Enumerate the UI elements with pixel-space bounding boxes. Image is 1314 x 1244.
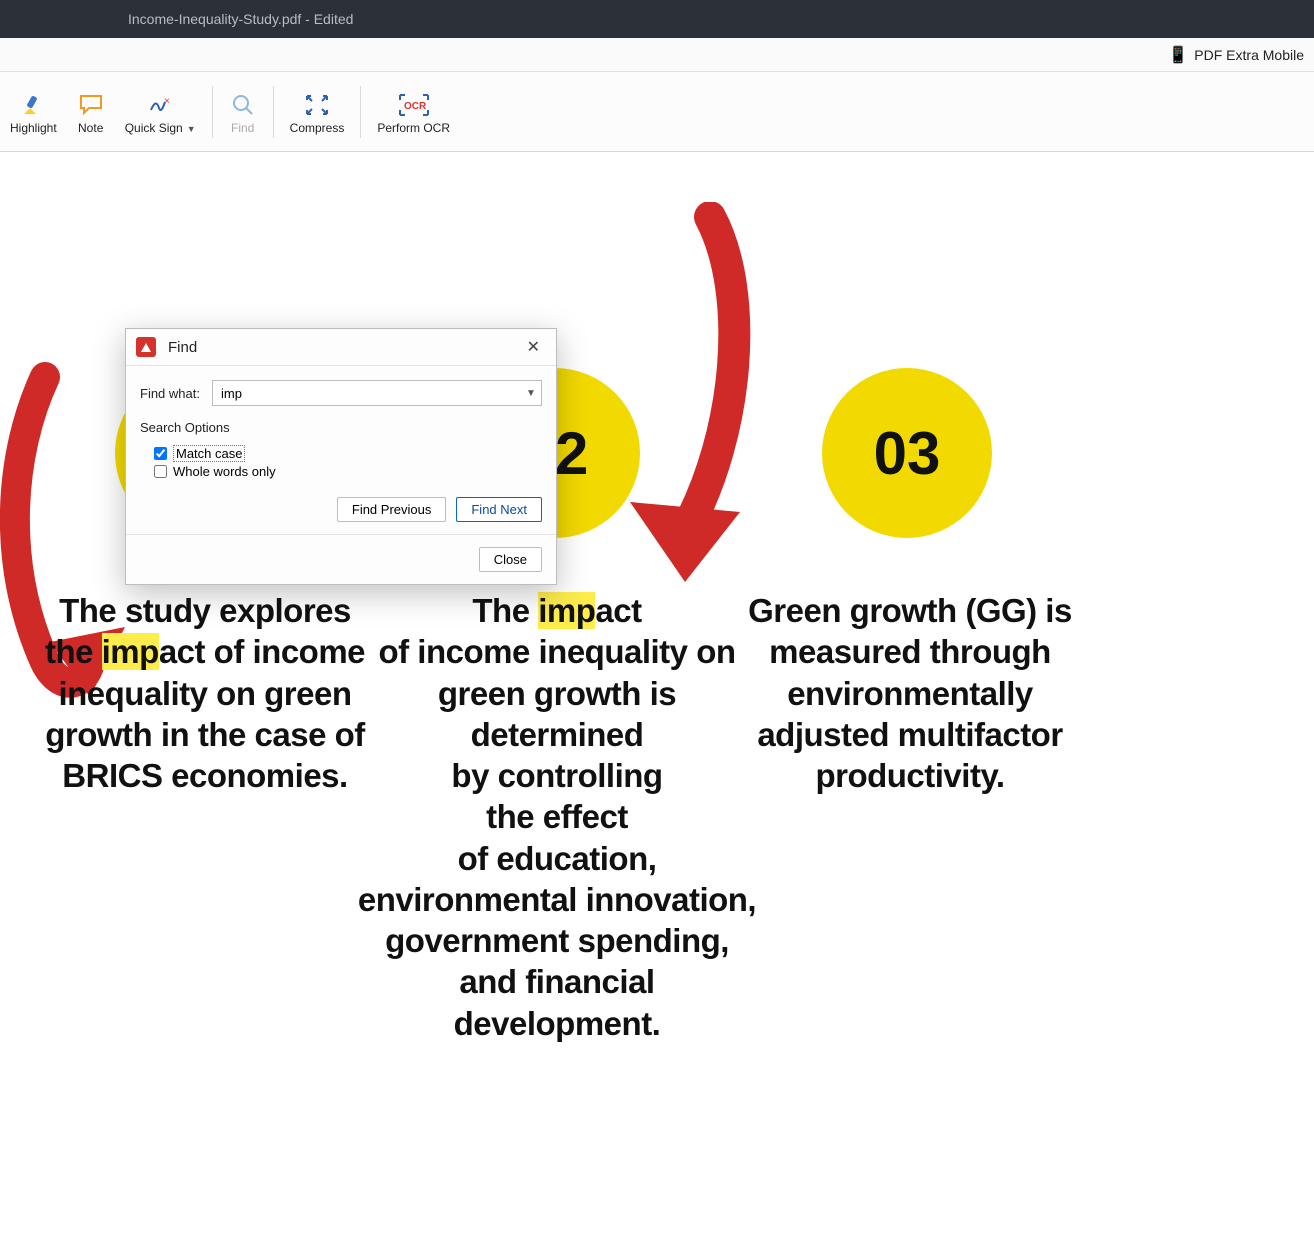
toolbar-separator [360,86,361,138]
svg-text:×: × [164,96,170,107]
hand-arrow-middle [590,202,770,602]
ocr-icon: OCR [397,89,431,121]
search-highlight: imp [102,633,159,670]
search-highlight: imp [538,592,595,629]
whole-words-checkbox[interactable] [154,465,167,478]
window-titlebar: Income-Inequality-Study.pdf - Edited [0,0,1314,38]
column-text-02: The impactof income inequality on green … [352,590,762,1044]
chevron-down-icon[interactable]: ▼ [521,381,541,405]
toolbar-separator [212,86,213,138]
column-text-01: The study explores the impact of income … [35,590,375,796]
note-icon [78,89,104,121]
chevron-down-icon: ▼ [187,124,196,134]
column-text-03: Green growth (GG) is measured through en… [730,590,1090,796]
find-what-input[interactable] [213,381,521,405]
find-dialog-title: Find [168,339,521,356]
find-what-label: Find what: [140,386,212,401]
note-button[interactable]: Note [67,85,115,139]
find-next-button[interactable]: Find Next [456,497,542,522]
close-button[interactable]: Close [479,547,542,572]
find-button[interactable]: Find [219,85,267,139]
toolbar-separator [273,86,274,138]
search-options-label: Search Options [140,420,542,435]
highlight-icon [20,89,46,121]
find-icon [230,89,256,121]
compress-button[interactable]: Compress [280,85,355,139]
app-logo-icon [136,337,156,357]
find-dialog: Find ✕ Find what: ▼ Search Options Match… [125,328,557,585]
compress-icon [303,89,331,121]
app-subbar: 📱 PDF Extra Mobile [0,38,1314,72]
find-what-combo[interactable]: ▼ [212,380,542,406]
close-icon[interactable]: ✕ [521,335,546,359]
toolbar: Highlight Note × Quick Sign▼ Find Compre… [0,72,1314,152]
find-dialog-titlebar[interactable]: Find ✕ [126,329,556,366]
sign-icon: × [147,89,173,121]
find-previous-button[interactable]: Find Previous [337,497,446,522]
match-case-label: Match case [173,445,245,462]
whole-words-label: Whole words only [173,464,276,479]
highlight-button[interactable]: Highlight [0,85,67,139]
number-circle-03: 03 [822,368,992,538]
svg-text:OCR: OCR [404,101,427,112]
ocr-button[interactable]: OCR Perform OCR [367,85,460,139]
quick-sign-button[interactable]: × Quick Sign▼ [115,85,206,139]
mobile-icon: 📱 [1168,45,1188,65]
document-canvas[interactable]: 01 02 03 The study explores the impact o… [0,152,1314,1244]
window-title: Income-Inequality-Study.pdf - Edited [128,11,353,27]
match-case-checkbox[interactable] [154,447,167,460]
mobile-link[interactable]: PDF Extra Mobile [1194,47,1304,63]
